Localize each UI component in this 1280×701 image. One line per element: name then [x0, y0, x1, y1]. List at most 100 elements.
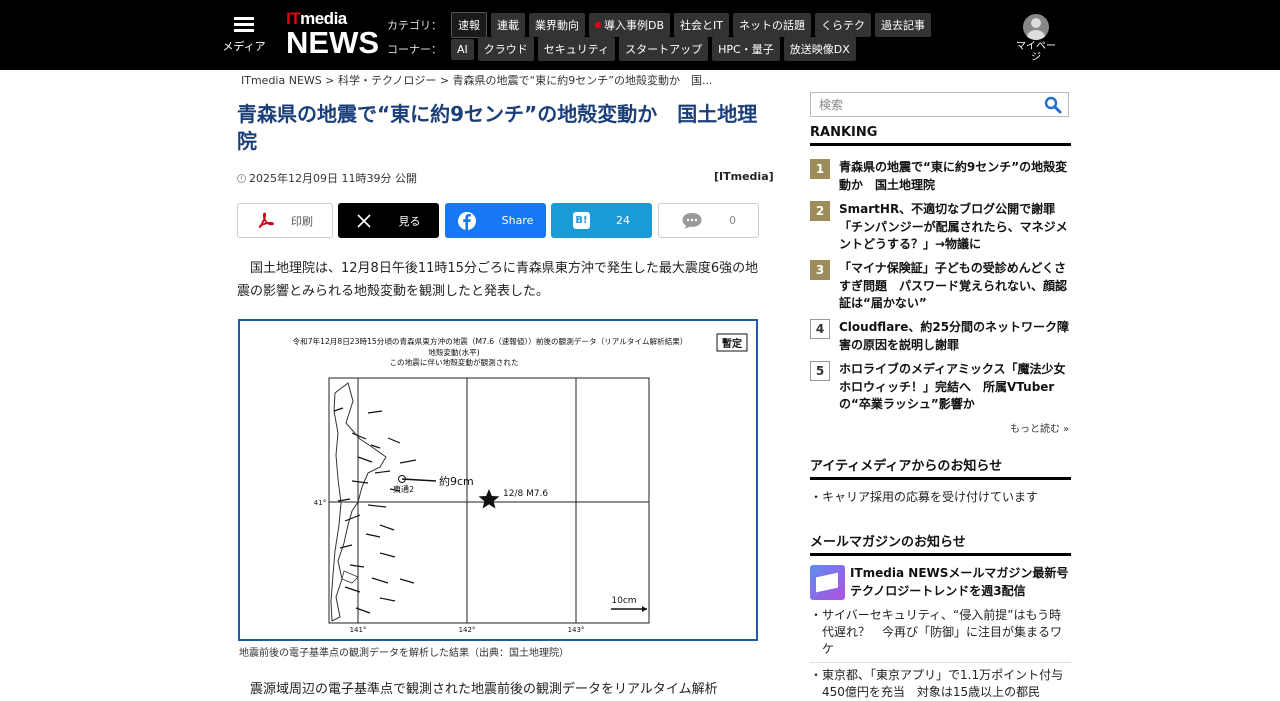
- nav-corner-ai[interactable]: AI: [451, 38, 474, 60]
- nav-category-shakai[interactable]: 社会とIT: [674, 13, 729, 37]
- figure-title-line3: この地震に伴い地殻変動が観測された: [389, 357, 518, 367]
- figure-title-line2: 地殻変動(水平): [428, 347, 480, 357]
- x-share-button[interactable]: 見る: [338, 203, 439, 238]
- mailmag-feature[interactable]: ITmedia NEWSメールマガジン最新号 テクノロジートレンドを週3配信: [810, 565, 1071, 600]
- ranking-number: 4: [810, 319, 830, 339]
- vector-label: 約9cm: [439, 474, 474, 488]
- red-dot-icon: [595, 22, 601, 28]
- ranking-more-link[interactable]: もっと読む »: [1010, 420, 1069, 435]
- nav-category-jireidb[interactable]: 導入事例DB: [589, 13, 671, 37]
- nav-category-rensai[interactable]: 連載: [491, 13, 525, 37]
- mailmag-heading: メールマガジンのお知らせ: [810, 531, 1071, 556]
- mail-envelope-icon: [810, 565, 845, 600]
- itmedia-news-logo[interactable]: ITmedia NEWS: [286, 10, 379, 58]
- ranking-number: 1: [810, 159, 830, 179]
- print-button[interactable]: 印刷: [237, 203, 333, 238]
- article-title: 青森県の地震で“東に約9センチ”の地殻変動か 国土地理院: [237, 102, 758, 153]
- publish-date-text: 2025年12月09日 11時39分 公開: [249, 172, 417, 185]
- facebook-share-label: Share: [501, 214, 534, 227]
- nav-corner-security[interactable]: セキュリティ: [537, 37, 616, 61]
- lon-label-142: 142°: [459, 626, 476, 634]
- lat-label-41: 41°: [314, 499, 326, 507]
- logo-news: NEWS: [286, 25, 379, 60]
- breadcrumb: ITmedia NEWS > 科学・テクノロジー > 青森県の地震で“東に約9セ…: [241, 72, 712, 88]
- mypage-label: マイページ: [1016, 41, 1056, 63]
- mypage-button[interactable]: マイページ: [1012, 14, 1060, 63]
- scale-arrow-icon: [642, 606, 647, 612]
- crustal-deformation-figure[interactable]: 令和7年12月8日23時15分頃の青森県東方沖の地震（M7.6（速報値））前後の…: [238, 319, 758, 641]
- breadcrumb-home[interactable]: ITmedia NEWS: [241, 74, 322, 87]
- scale-label: 10cm: [611, 596, 636, 606]
- breadcrumb-separator: >: [439, 74, 450, 87]
- x-share-label: 見る: [398, 214, 421, 228]
- coastline-bay-shape: [341, 570, 359, 584]
- ranking-item[interactable]: 3 「マイナ保険証」子どもの受診めんどくさすぎ問題 パスワード覚えられない、顔認…: [810, 260, 1071, 313]
- hatena-bookmark-icon: B!: [573, 212, 590, 229]
- facebook-share-button[interactable]: Share: [445, 203, 546, 238]
- ranking-number: 5: [810, 361, 830, 381]
- publish-date: 2025年12月09日 11時39分 公開: [237, 170, 417, 186]
- figure-title-line1: 令和7年12月8日23時15分頃の青森県東方沖の地震（M7.6（速報値））前後の…: [293, 336, 688, 346]
- nav-category-jireidb-label: 導入事例DB: [604, 19, 665, 32]
- nav-category-sokuho[interactable]: 速報: [451, 12, 487, 38]
- article-lead: 国土地理院は、12月8日午後11時15分ごろに青森県東方沖で発生した最大震度6強…: [237, 261, 759, 299]
- comment-count: 0: [729, 214, 736, 227]
- ranking-number: 2: [810, 201, 830, 221]
- main-vector-line: [401, 478, 437, 482]
- search-icon[interactable]: [1044, 96, 1062, 114]
- facebook-icon: [457, 211, 476, 230]
- notice-item[interactable]: キャリア採用の応募を受け付けています: [810, 489, 1071, 506]
- corner-label: コーナー：: [387, 43, 442, 56]
- breadcrumb-section[interactable]: 科学・テクノロジー: [338, 74, 436, 87]
- nav-category-kuratech[interactable]: くらテク: [815, 13, 871, 37]
- crustal-deformation-map: 令和7年12月8日23時15分頃の青森県東方沖の地震（M7.6（速報値））前後の…: [293, 333, 748, 634]
- notice-heading: アイティメディアからのお知らせ: [810, 455, 1071, 480]
- epicenter-star-icon: [478, 489, 500, 509]
- nav-corner-cloud[interactable]: クラウド: [477, 37, 534, 61]
- nav-corner-hpc[interactable]: HPC・量子: [712, 37, 780, 61]
- nav-category-gyokai[interactable]: 業界動向: [529, 13, 585, 37]
- search-box[interactable]: [810, 92, 1069, 117]
- nav-corner-startup[interactable]: スタートアップ: [619, 37, 709, 61]
- media-menu-button[interactable]: メディア: [222, 17, 266, 54]
- media-menu-label: メディア: [222, 40, 266, 53]
- displacement-vectors: [333, 407, 417, 614]
- epicenter-label: 12/8 M7.6: [503, 489, 548, 499]
- pdf-icon: [258, 212, 275, 228]
- nav-corner-broadcast[interactable]: 放送映像DX: [783, 37, 856, 61]
- mailmag-item[interactable]: 東京都、「東京アプリ」で1.1万ポイント付与 450億円を充当 対象は15歳以上…: [810, 667, 1075, 701]
- article-source: [ITmedia]: [714, 170, 774, 183]
- lon-label-143: 143°: [568, 626, 585, 634]
- comment-button[interactable]: 0: [658, 203, 759, 238]
- ranking-item[interactable]: 5 ホロライブのメディアミックス「魔法少女ホロウィッチ！」完結へ 所属VTube…: [810, 361, 1071, 414]
- user-avatar-icon: [1023, 14, 1049, 40]
- nav-category-net[interactable]: ネットの話題: [733, 13, 811, 37]
- figure-caption: 地震前後の電子基準点の観測データを解析した結果（出典：国土地理院）: [239, 648, 569, 659]
- nav-category-archive[interactable]: 過去記事: [875, 13, 931, 37]
- mailmag-item[interactable]: サイバーセキュリティ、“侵入前提”はもう時代遅れ？ 今再び「防御」に注目が集まる…: [810, 607, 1071, 658]
- lon-label-141: 141°: [350, 626, 367, 634]
- hatena-bookmark-button[interactable]: B! 24: [551, 203, 652, 238]
- mailmag-feature-title: ITmedia NEWSメールマガジン最新号 テクノロジートレンドを週3配信: [850, 566, 1069, 598]
- comment-bubble-icon: [682, 212, 702, 229]
- x-logo-icon: [356, 213, 371, 228]
- ranking-heading: RANKING: [810, 125, 1071, 146]
- search-input[interactable]: [811, 93, 1031, 116]
- divider: [810, 662, 1071, 663]
- ranking-title: Cloudflare、約25分間のネットワーク障害の原因を説明し謝罪: [839, 320, 1070, 352]
- provisional-badge-label: 暫定: [722, 337, 742, 350]
- ranking-item[interactable]: 2 SmartHR、不適切なブログ公開で謝罪「チンパンジーが配属されたら、マネジ…: [810, 201, 1071, 254]
- clock-icon: [237, 173, 246, 183]
- ranking-number: 3: [810, 260, 830, 280]
- category-label: カテゴリ：: [387, 19, 442, 32]
- hatena-count: 24: [616, 214, 630, 227]
- category-nav: カテゴリ： 速報 連載 業界動向 導入事例DB 社会とIT ネットの話題 くらテ…: [387, 12, 931, 38]
- hamburger-icon: [234, 17, 254, 33]
- ranking-item[interactable]: 4 Cloudflare、約25分間のネットワーク障害の原因を説明し謝罪: [810, 319, 1071, 354]
- ranking-title: 「マイナ保険証」子どもの受診めんどくさすぎ問題 パスワード覚えられない、顔認証は…: [839, 261, 1068, 310]
- top-bar: メディア ITmedia NEWS カテゴリ： 速報 連載 業界動向 導入事例D…: [0, 0, 1280, 70]
- breadcrumb-current: 青森県の地震で“東に約9センチ”の地殻変動か 国...: [452, 74, 713, 87]
- ranking-item[interactable]: 1 青森県の地震で“東に約9センチ”の地殻変動か 国土地理院: [810, 159, 1071, 194]
- corner-nav: コーナー： AI クラウド セキュリティ スタートアップ HPC・量子 放送映像…: [387, 37, 856, 61]
- breadcrumb-separator: >: [325, 74, 335, 87]
